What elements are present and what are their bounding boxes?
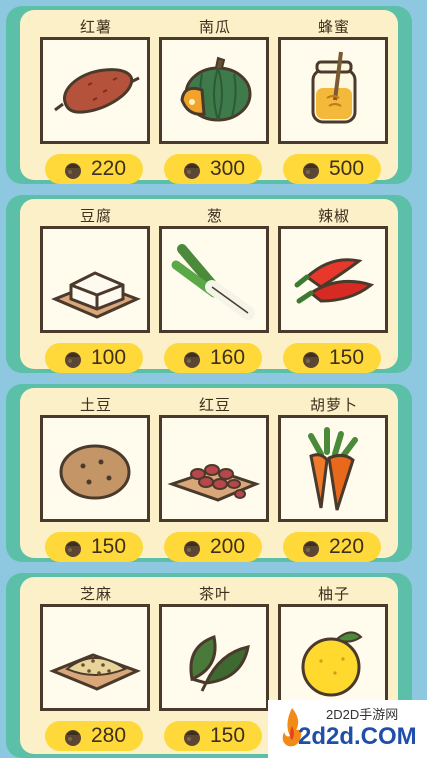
item-image-frame[interactable] [278, 37, 388, 144]
item-name: 茶叶 [198, 586, 231, 603]
item-name: 柚子 [317, 586, 350, 603]
item-image-frame[interactable] [278, 415, 388, 522]
price-pill: 300 [164, 154, 262, 184]
shop-item-sesame[interactable]: 芝麻 280 [37, 577, 155, 755]
chili-pepper-icon [294, 258, 375, 304]
price-pill: 220 [283, 532, 381, 562]
shop-section-1-inner: 红薯 220 南瓜 300 蜂蜜 500 [20, 10, 398, 184]
price-value: 160 [209, 346, 246, 369]
price-value: 500 [328, 157, 365, 180]
price-pill: 150 [164, 721, 262, 751]
item-image-frame[interactable] [40, 37, 150, 144]
item-image-frame[interactable] [159, 415, 269, 522]
carrot-icon [308, 427, 358, 511]
acorn-coin-icon [64, 541, 81, 557]
potato-icon [59, 444, 131, 500]
item-name: 红薯 [79, 19, 112, 36]
item-name: 芝麻 [79, 586, 112, 603]
item-image-frame[interactable] [278, 226, 388, 333]
item-name: 土豆 [79, 397, 112, 414]
price-value: 220 [328, 535, 365, 558]
sesame-icon [49, 653, 141, 691]
shop-item-pumpkin[interactable]: 南瓜 300 [156, 10, 274, 188]
shop-item-tea-leaves[interactable]: 茶叶 150 [156, 577, 274, 755]
acorn-coin-icon [183, 730, 200, 746]
price-value: 150 [328, 346, 365, 369]
acorn-coin-icon [302, 541, 319, 557]
red-beans-icon [167, 464, 261, 502]
site-watermark: 2D2D手游网 2d2d.COM [268, 700, 427, 758]
price-value: 280 [90, 724, 127, 747]
price-pill: 150 [283, 343, 381, 373]
price-pill: 200 [164, 532, 262, 562]
item-image-frame[interactable] [40, 226, 150, 333]
shop-section-3: 土豆 150 红豆 200 胡萝卜 220 [6, 384, 412, 562]
acorn-coin-icon [183, 163, 200, 179]
shop-item-green-onion[interactable]: 葱 160 [156, 199, 274, 377]
item-name: 葱 [206, 208, 223, 225]
acorn-coin-icon [64, 352, 81, 368]
acorn-coin-icon [302, 163, 319, 179]
pumpkin-icon [180, 56, 252, 122]
shop-item-potato[interactable]: 土豆 150 [37, 388, 155, 566]
price-value: 150 [209, 724, 246, 747]
shop-item-tofu[interactable]: 豆腐 100 [37, 199, 155, 377]
price-value: 220 [90, 157, 127, 180]
item-name: 辣椒 [317, 208, 350, 225]
item-name: 南瓜 [198, 19, 231, 36]
acorn-coin-icon [64, 163, 81, 179]
acorn-coin-icon [183, 541, 200, 557]
acorn-coin-icon [183, 352, 200, 368]
acorn-coin-icon [302, 352, 319, 368]
item-name: 蜂蜜 [317, 19, 350, 36]
item-image-frame[interactable] [159, 37, 269, 144]
price-value: 150 [90, 535, 127, 558]
tofu-icon [51, 271, 141, 319]
shop-section-3-inner: 土豆 150 红豆 200 胡萝卜 220 [20, 388, 398, 562]
item-image-frame[interactable] [40, 604, 150, 711]
shop-section-1: 红薯 220 南瓜 300 蜂蜜 500 [6, 6, 412, 184]
price-pill: 220 [45, 154, 143, 184]
item-name: 胡萝卜 [309, 397, 358, 414]
acorn-coin-icon [64, 730, 81, 746]
item-image-frame[interactable] [159, 604, 269, 711]
item-image-frame[interactable] [278, 604, 388, 711]
price-value: 100 [90, 346, 127, 369]
price-pill: 500 [283, 154, 381, 184]
shop-item-honey[interactable]: 蜂蜜 500 [275, 10, 393, 188]
shop-item-chili[interactable]: 辣椒 150 [275, 199, 393, 377]
price-value: 200 [209, 535, 246, 558]
honey-jar-icon [311, 51, 357, 124]
pomelo-icon [301, 631, 363, 697]
sweet-potato-icon [54, 68, 140, 114]
tea-leaves-icon [189, 635, 250, 692]
watermark-subtitle: 2D2D手游网 [326, 707, 399, 722]
item-name: 豆腐 [79, 208, 112, 225]
shop-section-2: 豆腐 100 葱 160 辣椒 150 [6, 195, 412, 373]
item-name: 红豆 [198, 397, 231, 414]
green-onion-icon [171, 244, 255, 320]
watermark-domain[interactable]: 2d2d.COM [298, 723, 417, 751]
shop-section-2-inner: 豆腐 100 葱 160 辣椒 150 [20, 199, 398, 373]
price-value: 300 [209, 157, 246, 180]
shop-item-carrot[interactable]: 胡萝卜 220 [275, 388, 393, 566]
item-image-frame[interactable] [40, 415, 150, 522]
price-pill: 160 [164, 343, 262, 373]
shop-item-red-beans[interactable]: 红豆 200 [156, 388, 274, 566]
price-pill: 100 [45, 343, 143, 373]
price-pill: 150 [45, 532, 143, 562]
price-pill: 280 [45, 721, 143, 751]
item-image-frame[interactable] [159, 226, 269, 333]
shop-item-sweet-potato[interactable]: 红薯 220 [37, 10, 155, 188]
